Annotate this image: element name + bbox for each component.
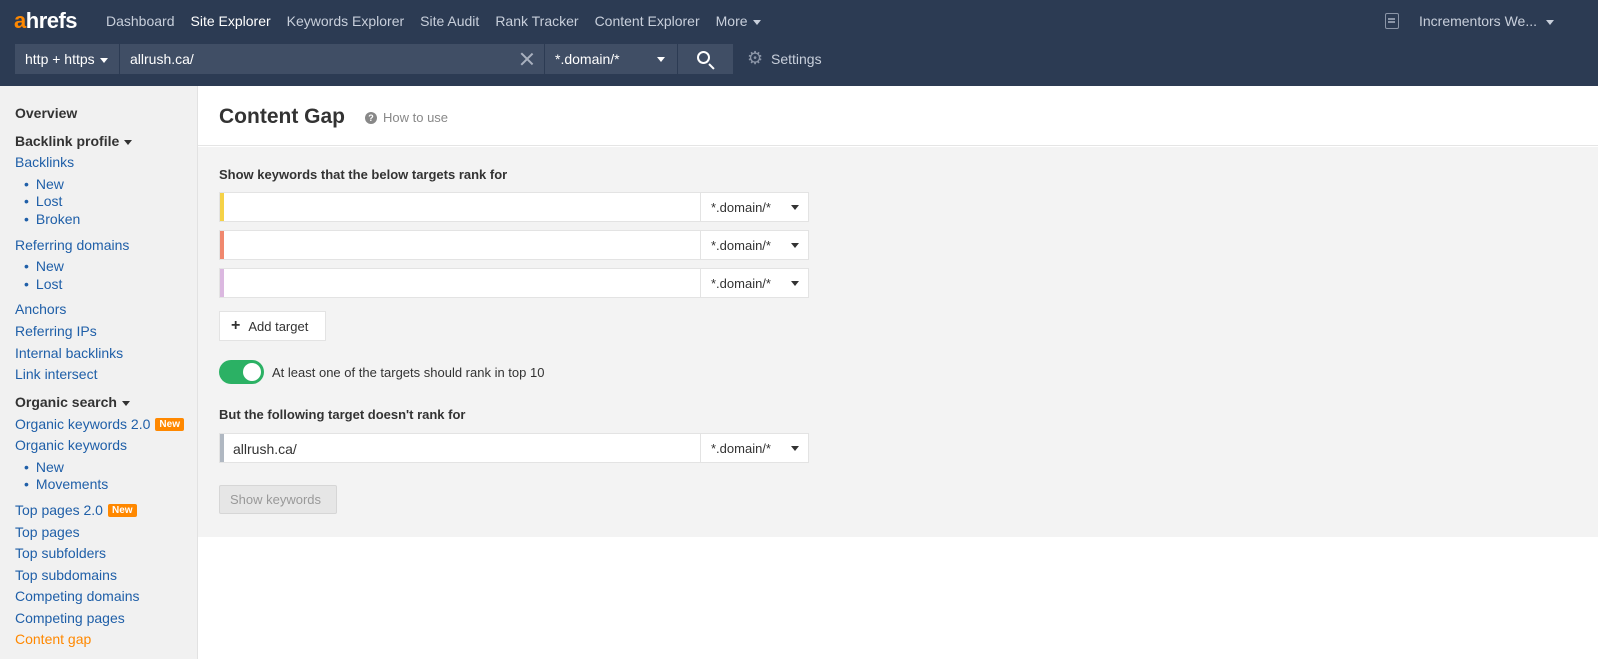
nav-site-explorer[interactable]: Site Explorer [191, 13, 271, 29]
sidebar-content-gap[interactable]: Content gap [15, 631, 91, 647]
chevron-down-icon [752, 19, 761, 25]
sidebar-rd-lost[interactable]: Lost [24, 276, 62, 292]
how-to-use-link[interactable]: ? How to use [365, 110, 448, 125]
account-menu[interactable]: Incrementors We... [1419, 13, 1554, 29]
plus-icon: + [231, 317, 241, 334]
show-keywords-button[interactable]: Show keywords [219, 485, 337, 514]
sidebar-referring-domains[interactable]: Referring domains [15, 237, 129, 253]
sidebar-ok-movements[interactable]: Movements [24, 476, 108, 492]
sidebar-top-subdomains[interactable]: Top subdomains [15, 567, 117, 583]
nav-keywords-explorer[interactable]: Keywords Explorer [287, 13, 405, 29]
mode-select[interactable]: *.domain/* [545, 44, 678, 74]
sidebar-overview[interactable]: Overview [15, 105, 77, 121]
top-navbar: ahrefs Dashboard Site Explorer Keywords … [0, 0, 1598, 86]
sidebar-organic-keywords-2[interactable]: Organic keywords 2.0 New [15, 416, 184, 432]
sidebar-backlink-profile[interactable]: Backlink profile [15, 133, 133, 149]
target-mode-select[interactable]: *.domain/* [701, 193, 808, 221]
sidebar-link-intersect[interactable]: Link intersect [15, 366, 97, 382]
page-title: Content Gap [219, 105, 345, 128]
sidebar-backlinks-lost[interactable]: Lost [24, 193, 62, 209]
chevron-down-icon [791, 205, 799, 210]
chevron-down-icon [121, 400, 130, 406]
page-header: Content Gap ? How to use [198, 86, 1598, 146]
search-bar: http + https allrush.ca/ *.domain/* [15, 44, 733, 74]
sidebar-organic-keywords[interactable]: Organic keywords [15, 437, 127, 453]
sidebar-anchors[interactable]: Anchors [15, 301, 66, 317]
new-badge: New [107, 504, 137, 517]
target-row-3: *.domain/* [219, 268, 809, 298]
target-input[interactable] [224, 231, 701, 259]
protocol-select[interactable]: http + https [15, 44, 120, 74]
new-badge: New [155, 418, 184, 431]
nav-dashboard[interactable]: Dashboard [106, 13, 175, 29]
sidebar-ok-new[interactable]: New [24, 459, 64, 475]
chevron-down-icon [791, 281, 799, 286]
sidebar-rd-new[interactable]: New [24, 258, 64, 274]
close-icon[interactable] [520, 52, 534, 66]
chevron-down-icon [1546, 19, 1554, 25]
content-gap-form: Show keywords that the below targets ran… [198, 147, 1598, 537]
sidebar-organic-search[interactable]: Organic search [15, 394, 130, 410]
target-mode-select[interactable]: *.domain/* [701, 231, 808, 259]
target-row-1: *.domain/* [219, 192, 809, 222]
sidebar-top-pages[interactable]: Top pages [15, 524, 80, 540]
target-mode-select[interactable]: *.domain/* [701, 269, 808, 297]
ahrefs-logo[interactable]: ahrefs [14, 8, 78, 34]
top10-toggle[interactable] [219, 360, 264, 384]
sidebar-top-subfolders[interactable]: Top subfolders [15, 545, 106, 561]
chevron-down-icon [791, 243, 799, 248]
exclude-target-row: allrush.ca/ *.domain/* [219, 433, 809, 463]
chevron-down-icon [657, 57, 665, 62]
nav-more[interactable]: More [716, 13, 761, 29]
sidebar-backlinks-new[interactable]: New [24, 176, 64, 192]
targets-label: Show keywords that the below targets ran… [219, 167, 508, 182]
nav-content-explorer[interactable]: Content Explorer [595, 13, 700, 29]
help-icon: ? [365, 111, 377, 124]
add-target-button[interactable]: + Add target [219, 311, 326, 341]
chevron-down-icon [791, 446, 799, 451]
settings-link[interactable]: Settings [747, 48, 822, 69]
target-mode-select[interactable]: *.domain/* [701, 434, 808, 462]
sidebar-competing-domains[interactable]: Competing domains [15, 588, 140, 604]
sidebar-referring-ips[interactable]: Referring IPs [15, 323, 97, 339]
target-input[interactable] [224, 269, 701, 297]
nav-rank-tracker[interactable]: Rank Tracker [495, 13, 578, 29]
main-nav: ahrefs Dashboard Site Explorer Keywords … [0, 0, 1598, 42]
sidebar-competing-pages[interactable]: Competing pages [15, 610, 125, 626]
sidebar-backlinks-broken[interactable]: Broken [24, 211, 80, 227]
exclude-label: But the following target doesn't rank fo… [219, 407, 466, 422]
sidebar: Overview Backlink profile Backlinks New … [0, 86, 198, 659]
search-button[interactable] [678, 44, 733, 74]
notes-icon[interactable] [1385, 13, 1399, 29]
exclude-target-input[interactable]: allrush.ca/ [224, 434, 701, 462]
target-row-2: *.domain/* [219, 230, 809, 260]
chevron-down-icon [124, 139, 133, 145]
toggle-knob [243, 363, 261, 381]
sidebar-backlinks[interactable]: Backlinks [15, 154, 74, 170]
nav-site-audit[interactable]: Site Audit [420, 13, 479, 29]
sidebar-top-pages-2[interactable]: Top pages 2.0 New [15, 502, 137, 518]
nav-items: Dashboard Site Explorer Keywords Explore… [106, 13, 777, 29]
sidebar-internal-backlinks[interactable]: Internal backlinks [15, 345, 123, 361]
target-input[interactable] [224, 193, 701, 221]
chevron-down-icon [99, 57, 108, 63]
top10-toggle-label: At least one of the targets should rank … [272, 365, 545, 380]
url-input[interactable]: allrush.ca/ [120, 44, 545, 74]
search-icon [697, 51, 710, 64]
gear-icon [747, 48, 764, 69]
